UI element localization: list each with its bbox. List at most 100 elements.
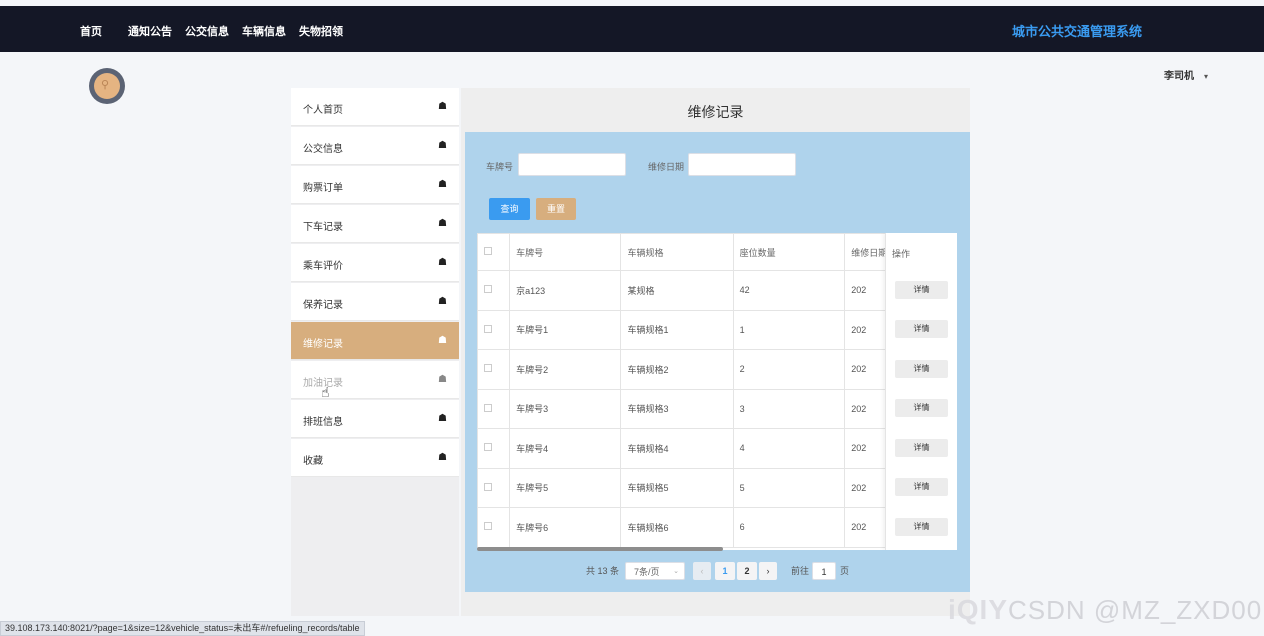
sidebar-item-label: 公交信息 — [303, 144, 343, 155]
username: 李司机 — [1163, 71, 1194, 82]
goto-page-input[interactable]: 1 — [812, 562, 836, 580]
cell-spec: 车辆规格1 — [620, 309, 734, 350]
sidebar-item-alight-records[interactable]: 下车记录 ☗ — [291, 205, 459, 243]
repair-date-label: 维修日期 — [648, 162, 685, 172]
top-navbar: 首页 通知公告 公交信息 车辆信息 失物招领 城市公共交通管理系统 — [0, 6, 1264, 52]
row-checkbox[interactable] — [484, 522, 492, 531]
page-title: 维修记录 — [687, 104, 744, 120]
watermark-logo: iQIY — [948, 594, 1009, 625]
sidebar-item-schedule-info[interactable]: 排班信息 ☗ — [291, 400, 459, 438]
home-icon: ☗ — [438, 452, 447, 463]
cell-spec: 车辆规格3 — [620, 388, 734, 429]
cell-plate: 车牌号2 — [509, 349, 622, 390]
cell-plate: 车牌号3 — [509, 388, 622, 429]
row-select-cell[interactable] — [477, 507, 511, 548]
cell-seats: 1 — [732, 309, 846, 350]
system-title: 城市公共交通管理系统 — [1011, 24, 1142, 39]
repair-date-input[interactable] — [688, 153, 796, 176]
row-checkbox[interactable] — [484, 403, 492, 412]
home-icon: ☗ — [438, 218, 447, 229]
row-checkbox[interactable] — [484, 285, 492, 294]
sidebar-item-label: 保养记录 — [303, 300, 343, 311]
row-select-cell[interactable] — [477, 428, 511, 469]
avatar[interactable]: ⚲ — [89, 68, 125, 104]
select-all-cell[interactable] — [477, 233, 511, 271]
sidebar-item-personal-home[interactable]: 个人首页 ☗ — [291, 88, 459, 126]
nav-vehicle-info[interactable]: 车辆信息 — [242, 23, 286, 39]
browser-status-url: 39.108.173.140:8021/?page=1&size=12&vehi… — [0, 621, 365, 636]
home-icon: ☗ — [438, 374, 447, 385]
avatar-image: ⚲ — [94, 73, 120, 99]
cell-seats: 2 — [732, 349, 846, 390]
page-number-current[interactable]: 1 — [715, 562, 735, 580]
cell-plate: 车牌号6 — [509, 507, 622, 548]
row-select-cell[interactable] — [477, 309, 511, 350]
page-number[interactable]: 2 — [737, 562, 757, 580]
sidebar-item-maintenance-records[interactable]: 保养记录 ☗ — [291, 283, 459, 321]
detail-button[interactable]: 详情 — [895, 439, 948, 457]
operation-column: 操作 详情 详情 详情 详情 详情 详情 详情 — [885, 233, 957, 550]
detail-button[interactable]: 详情 — [895, 518, 948, 536]
cell-seats: 42 — [732, 270, 846, 311]
detail-button[interactable]: 详情 — [895, 478, 948, 496]
records-table: 车牌号 车辆规格 座位数量 维修日期 京a123 某规格 42 202 车牌号1… — [477, 233, 957, 550]
cell-plate: 车牌号5 — [509, 467, 622, 508]
chevron-down-icon: ▾ — [1203, 72, 1208, 81]
sidebar-item-label: 收藏 — [303, 456, 323, 467]
sidebar-item-label: 购票订单 — [303, 183, 343, 194]
cell-seats: 5 — [732, 467, 846, 508]
row-checkbox[interactable] — [484, 324, 492, 333]
row-checkbox[interactable] — [484, 482, 492, 491]
sidebar-item-repair-records[interactable]: 维修记录 ☗ — [291, 322, 459, 360]
next-page-button[interactable]: › — [759, 562, 777, 580]
sidebar-item-favorites[interactable]: 收藏 ☗ — [291, 439, 459, 477]
chevron-right-icon: › — [766, 566, 770, 576]
chevron-left-icon: ‹ — [700, 566, 704, 576]
row-select-cell[interactable] — [477, 388, 511, 429]
chevron-down-icon: ⌄ — [673, 568, 679, 575]
page-size-value: 7条/页 — [634, 567, 660, 577]
prev-page-button[interactable]: ‹ — [693, 562, 711, 580]
watermark-text: CSDN @MZ_ZXD001 — [1008, 595, 1264, 625]
sidebar-item-ride-reviews[interactable]: 乘车评价 ☗ — [291, 244, 459, 282]
home-icon: ☗ — [438, 179, 447, 190]
nav-notices[interactable]: 通知公告 — [128, 23, 172, 39]
user-menu[interactable]: 李司机 ▾ — [1164, 67, 1208, 82]
nav-bus-info[interactable]: 公交信息 — [185, 23, 229, 39]
row-select-cell[interactable] — [477, 270, 511, 311]
query-button[interactable]: 查询 — [489, 198, 530, 220]
detail-button[interactable]: 详情 — [895, 399, 948, 417]
row-select-cell[interactable] — [477, 467, 511, 508]
sidebar-item-refueling-records[interactable]: 加油记录 ☗ — [291, 361, 459, 399]
plate-input[interactable] — [518, 153, 626, 176]
detail-button[interactable]: 详情 — [895, 320, 948, 338]
sidebar-item-label: 维修记录 — [303, 339, 343, 350]
detail-button[interactable]: 详情 — [895, 281, 948, 299]
cell-seats: 3 — [732, 388, 846, 429]
row-checkbox[interactable] — [484, 364, 492, 373]
home-icon: ☗ — [438, 257, 447, 268]
row-select-cell[interactable] — [477, 349, 511, 390]
cell-seats: 6 — [732, 507, 846, 548]
nav-home[interactable]: 首页 — [80, 23, 102, 39]
table-horizontal-scrollbar[interactable] — [477, 547, 723, 551]
cell-spec: 车辆规格2 — [620, 349, 734, 390]
sidebar-item-ticket-orders[interactable]: 购票订单 ☗ — [291, 166, 459, 204]
page-size-select[interactable]: 7条/页 ⌄ — [625, 562, 685, 580]
row-checkbox[interactable] — [484, 443, 492, 452]
sidebar: 个人首页 ☗ 公交信息 ☗ 购票订单 ☗ 下车记录 ☗ 乘车评价 ☗ 保养记录 … — [291, 88, 459, 616]
cell-spec: 车辆规格4 — [620, 428, 734, 469]
home-icon: ☗ — [438, 140, 447, 151]
column-header: 车辆规格 — [620, 233, 734, 271]
watermark: iQIYCSDN @MZ_ZXD001 — [948, 594, 1264, 626]
select-all-checkbox[interactable] — [484, 247, 492, 255]
sidebar-item-bus-info[interactable]: 公交信息 ☗ — [291, 127, 459, 165]
home-icon: ☗ — [438, 101, 447, 112]
cell-seats: 4 — [732, 428, 846, 469]
operation-header: 操作 — [892, 249, 911, 259]
nav-lost-found[interactable]: 失物招领 — [299, 23, 343, 39]
reset-button[interactable]: 重置 — [536, 198, 576, 220]
detail-button[interactable]: 详情 — [895, 360, 948, 378]
pagination-total: 共 13 条 — [586, 566, 620, 576]
cell-spec: 车辆规格6 — [620, 507, 734, 548]
